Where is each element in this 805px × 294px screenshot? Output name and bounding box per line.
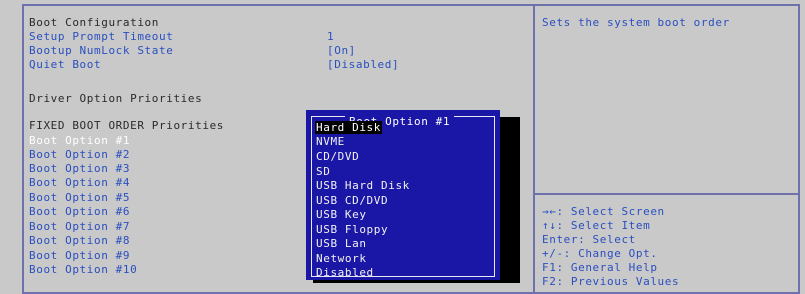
boot-option-popup[interactable]: Boot Option #1 Hard Disk NVME CD/DVD SD … [306,110,500,280]
boot-option-6-label[interactable]: Boot Option #6 [29,205,130,219]
help-key-select-item: ↑↓: Select Item [542,219,651,232]
popup-option-disabled[interactable]: Disabled [316,266,374,279]
popup-option-network[interactable]: Network [316,252,367,265]
fixed-boot-order-heading: FIXED BOOT ORDER Priorities [29,119,225,132]
boot-option-3-label[interactable]: Boot Option #3 [29,162,130,176]
popup-option-usb-hard-disk[interactable]: USB Hard Disk [316,179,410,192]
popup-option-usb-cd-dvd[interactable]: USB CD/DVD [316,194,388,207]
help-key-change-opt: +/-: Change Opt. [542,247,658,260]
boot-option-4-label[interactable]: Boot Option #4 [29,176,130,190]
popup-option-usb-floppy[interactable]: USB Floppy [316,223,388,236]
help-key-previous-values: F2: Previous Values [542,275,680,288]
help-key-select-screen: →←: Select Screen [542,205,665,218]
boot-option-5-label[interactable]: Boot Option #5 [29,191,130,205]
boot-option-2-label[interactable]: Boot Option #2 [29,148,130,162]
boot-option-1-label[interactable]: Boot Option #1 [29,134,130,148]
boot-option-9-label[interactable]: Boot Option #9 [29,249,130,263]
bootup-numlock-state-value[interactable]: [On] [327,44,356,58]
popup-option-nvme[interactable]: NVME [316,135,345,148]
popup-option-hard-disk[interactable]: Hard Disk [315,121,383,134]
boot-option-10-label[interactable]: Boot Option #10 [29,263,137,277]
boot-configuration-heading: Boot Configuration [29,16,160,29]
setup-prompt-timeout-label[interactable]: Setup Prompt Timeout [29,30,173,44]
popup-option-cd-dvd[interactable]: CD/DVD [316,150,359,163]
bios-screen: Boot Configuration Setup Prompt Timeout … [0,0,805,294]
bootup-numlock-state-label[interactable]: Bootup NumLock State [29,44,173,58]
popup-option-sd[interactable]: SD [316,165,330,178]
quiet-boot-value[interactable]: [Disabled] [327,58,399,72]
item-help-text: Sets the system boot order [542,16,730,29]
quiet-boot-label[interactable]: Quiet Boot [29,58,101,72]
boot-option-8-label[interactable]: Boot Option #8 [29,234,130,248]
popup-option-usb-key[interactable]: USB Key [316,208,367,221]
setup-prompt-timeout-value[interactable]: 1 [327,30,334,44]
driver-option-priorities-heading: Driver Option Priorities [29,92,203,105]
popup-option-usb-lan[interactable]: USB Lan [316,237,367,250]
help-panel-divider [535,193,798,195]
boot-option-7-label[interactable]: Boot Option #7 [29,220,130,234]
help-key-enter: Enter: Select [542,233,636,246]
help-key-general-help: F1: General Help [542,261,658,274]
